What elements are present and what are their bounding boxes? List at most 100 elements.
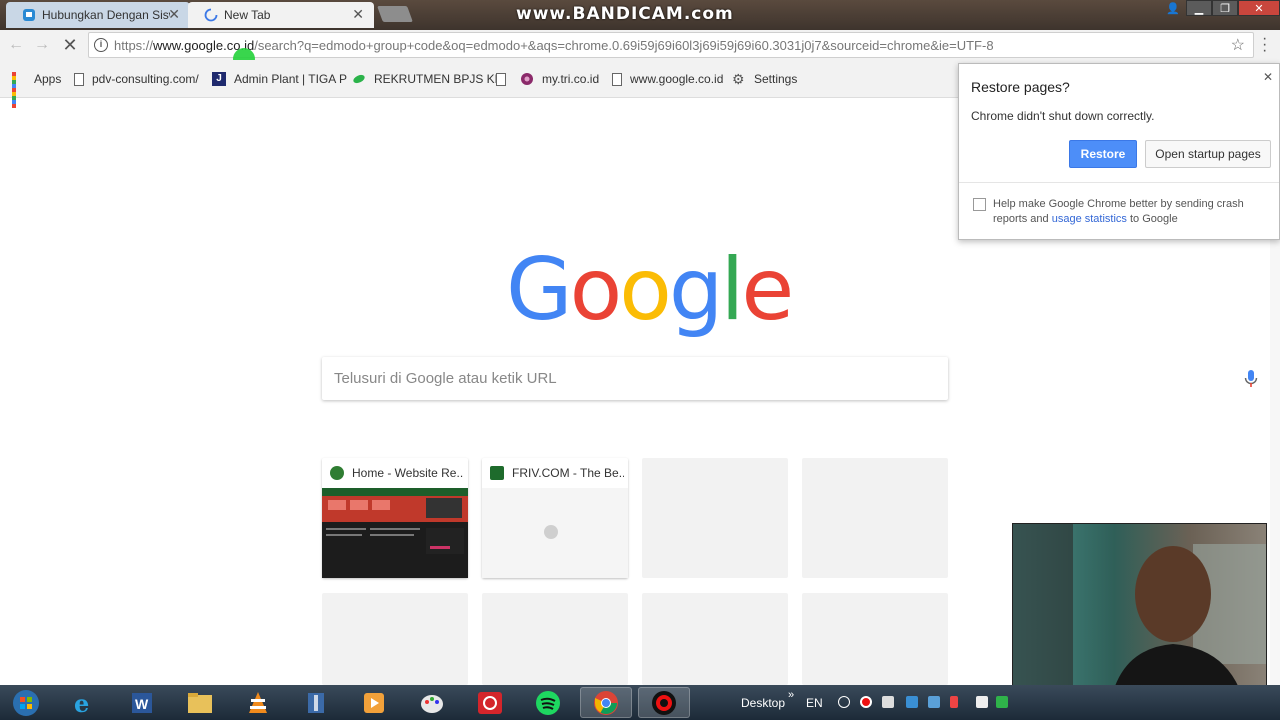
new-tab-button[interactable] <box>377 6 413 22</box>
most-visited-tile-empty <box>482 593 628 685</box>
spotify-icon[interactable] <box>522 687 574 718</box>
start-orb-icon[interactable] <box>0 687 52 718</box>
bookmark-label: pdv-consulting.com/ <box>92 72 199 86</box>
tray-record-icon[interactable] <box>860 696 872 708</box>
bandicam-icon[interactable] <box>638 687 690 718</box>
language-indicator[interactable]: EN <box>806 696 823 710</box>
friv-favicon-icon <box>490 466 504 480</box>
bandicam-watermark: www.BANDICAM.com <box>516 4 734 24</box>
gear-icon: ⚙ <box>732 71 745 87</box>
logo-letter: o <box>619 240 672 340</box>
internet-explorer-icon[interactable]: e <box>58 687 110 718</box>
divider <box>959 182 1279 183</box>
vlc-icon[interactable] <box>232 687 284 718</box>
tray-app-icon[interactable] <box>882 696 894 708</box>
stop-loading-button[interactable]: ✕ <box>60 35 80 55</box>
url-text[interactable]: https://www.google.co.id/search?q=edmodo… <box>114 38 1231 53</box>
bookmark-label: Admin Plant | TIGA P <box>234 72 347 86</box>
close-dialog-icon[interactable]: ✕ <box>1263 70 1273 84</box>
tile-title: Home - Website Re... <box>352 466 464 480</box>
j-logo-icon: J <box>212 72 226 86</box>
minimize-button[interactable]: ▁ <box>1186 0 1212 16</box>
bookmark-admin-plant[interactable]: J Admin Plant | TIGA P <box>212 71 347 87</box>
bookmark-label: my.tri.co.id <box>542 72 600 86</box>
bookmark-google[interactable]: www.google.co.id <box>612 71 723 87</box>
bookmark-doc[interactable] <box>496 71 514 87</box>
search-input[interactable] <box>334 367 894 389</box>
close-window-button[interactable]: ✕ <box>1238 0 1280 16</box>
tri-icon <box>520 72 534 86</box>
close-tab-icon[interactable]: ✕ <box>352 6 364 23</box>
bookmark-label: Settings <box>754 72 798 86</box>
tile-title: FRIV.COM - The Be... <box>512 466 624 480</box>
tray-network-icon[interactable] <box>928 696 940 708</box>
logo-letter: G <box>506 240 573 340</box>
tray-printer-icon[interactable] <box>976 696 988 708</box>
page-icon <box>74 72 84 86</box>
most-visited-tile-empty <box>322 593 468 685</box>
google-logo: Google <box>506 240 794 340</box>
tray-volume-icon[interactable] <box>950 696 958 708</box>
bookmark-rekrutmen-bpjs[interactable]: REKRUTMEN BPJS KE <box>352 71 503 87</box>
most-visited-tile-empty <box>642 593 788 685</box>
apps-grid-icon <box>12 72 26 108</box>
most-visited-tile-home-website[interactable]: Home - Website Re... <box>322 458 468 578</box>
adobe-cc-icon[interactable] <box>464 687 516 718</box>
paint-icon[interactable] <box>406 687 458 718</box>
svg-text:W: W <box>135 696 149 712</box>
scrollbar[interactable] <box>1270 240 1280 685</box>
tray-shield-icon[interactable] <box>996 696 1008 708</box>
bookmark-settings[interactable]: ⚙ Settings <box>732 71 797 87</box>
forward-button[interactable]: → <box>32 35 52 55</box>
windows-taskbar: e W Desktop » EN <box>0 685 1280 720</box>
usage-statistics-link[interactable]: usage statistics <box>1052 213 1127 225</box>
maximize-button[interactable]: ❐ <box>1212 0 1238 16</box>
crash-report-checkbox[interactable] <box>973 198 986 211</box>
word-icon[interactable]: W <box>116 687 168 718</box>
tile-thumbnail <box>322 488 468 578</box>
most-visited-tile-friv[interactable]: FRIV.COM - The Be... <box>482 458 628 578</box>
bookmark-star-icon[interactable]: ☆ <box>1231 35 1245 55</box>
back-button[interactable]: ← <box>6 35 26 55</box>
open-startup-pages-button[interactable]: Open startup pages <box>1145 140 1271 168</box>
tab-new-tab[interactable]: New Tab ✕ <box>188 2 374 28</box>
page-icon <box>612 72 622 86</box>
edmodo-favicon-icon <box>23 9 35 21</box>
tab-hubungkan[interactable]: Hubungkan Dengan Sisw ✕ <box>6 2 190 28</box>
search-box <box>322 357 1258 400</box>
bookmark-label: www.google.co.id <box>630 72 724 86</box>
desktop-toolbar-label[interactable]: Desktop <box>741 696 785 710</box>
chrome-menu-icon[interactable]: · · · <box>1262 31 1267 59</box>
user-icon[interactable]: 👤 <box>1160 0 1186 16</box>
bookmark-label: REKRUTMEN BPJS KE <box>374 72 503 86</box>
media-player-icon[interactable] <box>348 687 400 718</box>
bookmark-label: Apps <box>34 72 62 86</box>
bookmark-my-tri[interactable]: my.tri.co.id <box>520 71 599 87</box>
chevron-right-icon[interactable]: » <box>788 689 794 701</box>
archive-icon[interactable] <box>290 687 342 718</box>
tab-label: Hubungkan Dengan Sisw <box>42 8 170 22</box>
bookmark-apps[interactable]: Apps <box>12 71 62 108</box>
tray-dropbox-icon[interactable] <box>906 696 918 708</box>
info-icon[interactable]: i <box>94 38 108 52</box>
file-explorer-icon[interactable] <box>174 687 226 718</box>
restore-button[interactable]: Restore <box>1069 140 1137 168</box>
most-visited-tile-empty <box>802 593 948 685</box>
close-tab-icon[interactable]: ✕ <box>168 6 180 23</box>
loading-spinner-icon <box>204 8 218 22</box>
most-visited-tile-empty <box>802 458 948 578</box>
site-favicon-icon <box>330 466 344 480</box>
crash-report-label: Help make Google Chrome better by sendin… <box>993 198 1244 225</box>
chrome-icon[interactable] <box>580 687 632 718</box>
tile-thumbnail <box>482 488 628 578</box>
logo-letter: g <box>668 240 724 340</box>
microphone-icon[interactable] <box>1244 369 1258 389</box>
bookmark-pdv-consulting[interactable]: pdv-consulting.com/ <box>74 71 199 87</box>
logo-letter: l <box>720 240 745 340</box>
tab-strip: Hubungkan Dengan Sisw ✕ New Tab ✕ www.BA… <box>0 0 1280 30</box>
logo-letter: e <box>741 240 794 340</box>
dialog-message: Chrome didn't shut down correctly. <box>971 109 1155 123</box>
tray-sync-icon[interactable] <box>838 696 850 708</box>
address-bar[interactable]: i https://www.google.co.id/search?q=edmo… <box>88 32 1254 58</box>
toolbar: ← → ✕ i https://www.google.co.id/search?… <box>0 30 1280 60</box>
